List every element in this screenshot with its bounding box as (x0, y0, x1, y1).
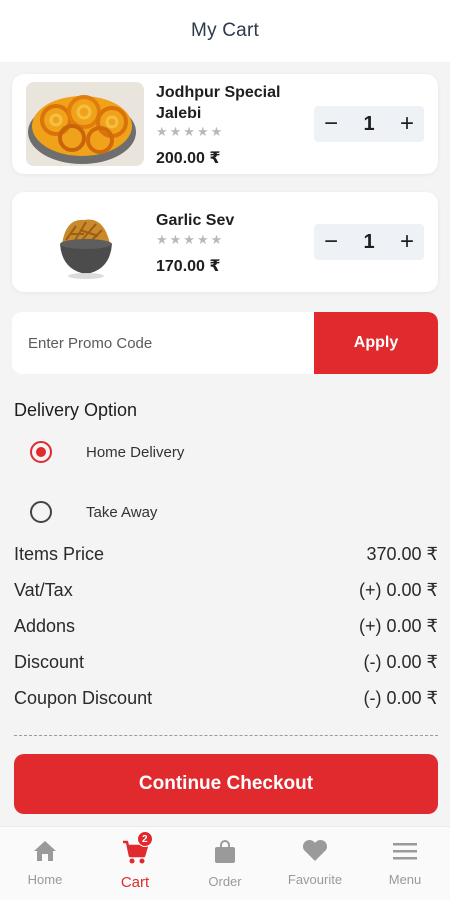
quantity-value: 1 (363, 112, 375, 135)
nav-label: Menu (388, 872, 422, 887)
radio-selected-icon[interactable] (30, 441, 52, 463)
cart-item: Jodhpur Special Jalebi ★★★★★ 200.00 ₹ − … (12, 74, 438, 174)
product-image-jalebi (26, 82, 144, 166)
page-title: My Cart (191, 20, 259, 41)
delivery-option-takeaway[interactable]: Take Away (30, 499, 157, 525)
apply-button[interactable]: Apply (314, 312, 438, 374)
decrease-quantity-button[interactable]: − (324, 112, 338, 136)
summary-value: (+) 0.00 ₹ (359, 579, 438, 600)
bottom-navigation: Home 2 Cart Order Favourite Menu (0, 826, 450, 900)
delivery-option-label: Home Delivery (86, 443, 185, 461)
promo-code-input[interactable] (12, 312, 312, 374)
promo-code-bar: Apply (12, 312, 438, 374)
quantity-stepper: − 1 + (314, 106, 424, 142)
home-icon (32, 839, 58, 868)
summary-row-addons: Addons (+) 0.00 ₹ (14, 613, 438, 639)
summary-value: (-) 0.00 ₹ (363, 687, 438, 708)
increase-quantity-button[interactable]: + (400, 230, 414, 254)
nav-item-cart[interactable]: 2 Cart (90, 827, 180, 900)
rating-stars: ★★★★★ (156, 124, 225, 139)
nav-label: Home (27, 872, 63, 887)
heart-icon (301, 839, 329, 868)
product-name: Jodhpur Special Jalebi (156, 84, 281, 122)
product-name: Garlic Sev (156, 212, 235, 229)
delivery-option-title: Delivery Option (14, 400, 138, 420)
rating-stars: ★★★★★ (156, 232, 225, 247)
product-price: 170.00 ₹ (156, 258, 221, 275)
radio-unselected-icon[interactable] (30, 501, 52, 523)
summary-row-items-price: Items Price 370.00 ₹ (14, 541, 438, 567)
nav-label: Favourite (287, 872, 343, 887)
bag-icon (213, 839, 237, 870)
summary-label: Addons (14, 615, 76, 636)
summary-row-coupon-discount: Coupon Discount (-) 0.00 ₹ (14, 685, 438, 711)
summary-row-vat: Vat/Tax (+) 0.00 ₹ (14, 577, 438, 603)
nav-label: Cart (120, 874, 150, 891)
summary-label: Items Price (14, 543, 105, 564)
continue-checkout-button[interactable]: Continue Checkout (14, 754, 438, 814)
delivery-option-home[interactable]: Home Delivery (30, 439, 184, 465)
nav-item-order[interactable]: Order (180, 827, 270, 900)
cart-count-badge: 2 (136, 831, 153, 847)
decrease-quantity-button[interactable]: − (324, 230, 338, 254)
nav-label: Order (208, 874, 242, 889)
summary-label: Discount (14, 651, 85, 672)
increase-quantity-button[interactable]: + (400, 112, 414, 136)
nav-item-favourite[interactable]: Favourite (270, 827, 360, 900)
product-image-garlic-sev (26, 200, 144, 284)
menu-icon (391, 839, 419, 868)
nav-item-home[interactable]: Home (0, 827, 90, 900)
quantity-stepper: − 1 + (314, 224, 424, 260)
product-price: 200.00 ₹ (156, 150, 221, 167)
divider (14, 735, 438, 736)
quantity-value: 1 (363, 230, 375, 253)
cart-item: Garlic Sev ★★★★★ 170.00 ₹ − 1 + (12, 192, 438, 292)
summary-value: (-) 0.00 ₹ (363, 651, 438, 672)
summary-value: 370.00 ₹ (366, 543, 438, 564)
summary-label: Vat/Tax (14, 579, 73, 600)
nav-item-menu[interactable]: Menu (360, 827, 450, 900)
summary-row-discount: Discount (-) 0.00 ₹ (14, 649, 438, 675)
delivery-option-label: Take Away (86, 503, 158, 521)
app-bar: My Cart (0, 0, 450, 62)
summary-value: (+) 0.00 ₹ (359, 615, 438, 636)
summary-label: Coupon Discount (14, 687, 153, 708)
